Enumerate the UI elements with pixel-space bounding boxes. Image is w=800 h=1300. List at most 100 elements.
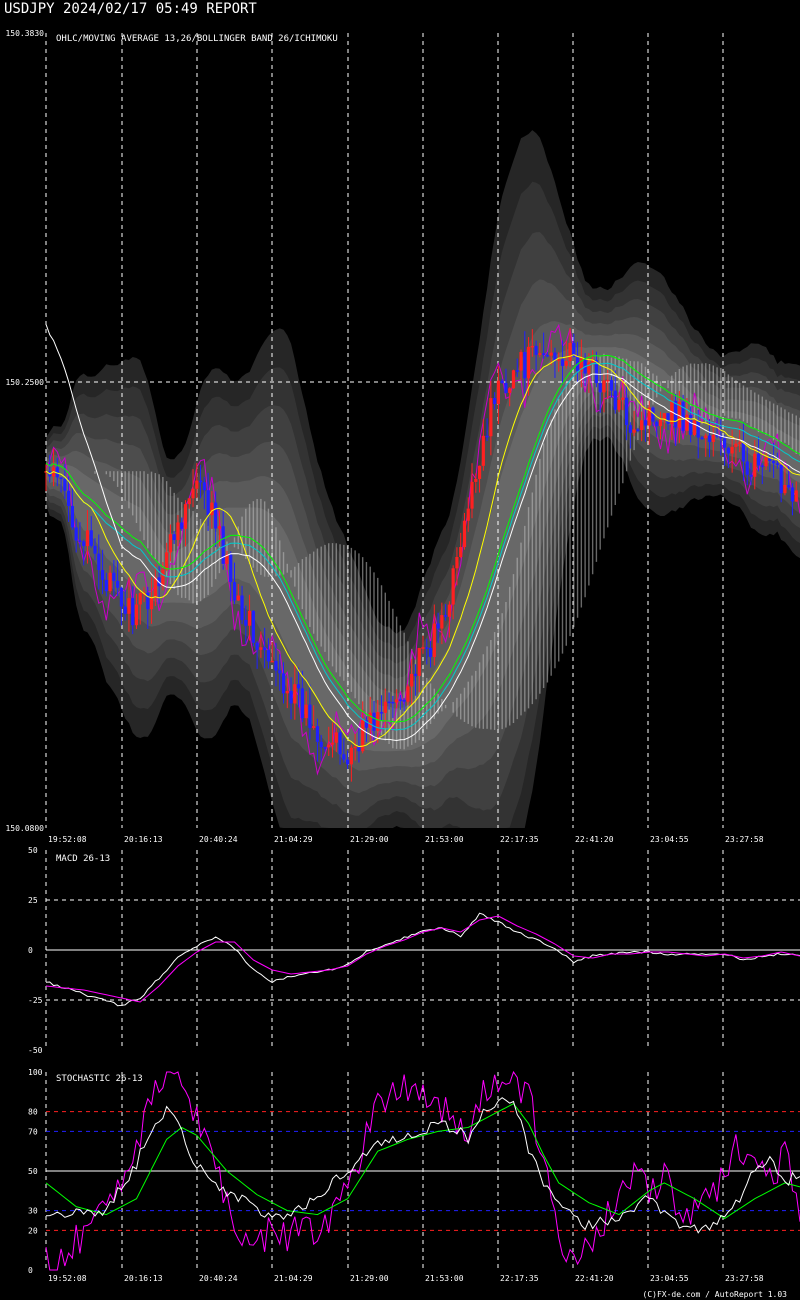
candle-body-9 <box>78 540 82 542</box>
candle-body-39 <box>191 488 195 499</box>
candle-body-108 <box>451 568 455 605</box>
candle-body-95 <box>402 699 406 702</box>
candle-body-77 <box>334 732 338 743</box>
macd-series-0 <box>45 912 800 1007</box>
candle-body-57 <box>259 647 263 650</box>
candle-body-137 <box>560 359 565 366</box>
candle-body-92 <box>391 701 395 704</box>
candle-body-193 <box>772 460 776 464</box>
main-y-label-2: 150.0800 <box>5 824 44 833</box>
candle-body-79 <box>342 754 346 760</box>
candle-body-180 <box>723 438 727 448</box>
candle-body-46 <box>217 526 222 529</box>
candle-body-147 <box>598 383 602 393</box>
candle-body-194 <box>775 463 779 465</box>
candle-body-110 <box>459 547 463 558</box>
candle-body-176 <box>707 435 712 442</box>
candle-body-188 <box>753 453 757 477</box>
candle-body-99 <box>417 647 421 676</box>
candle-body-24 <box>134 604 139 626</box>
candle-body-152 <box>617 399 621 410</box>
candle-body-33 <box>168 534 173 553</box>
candle-body-170 <box>685 414 689 431</box>
candle-body-119 <box>493 398 497 404</box>
candle-body-198 <box>790 487 795 502</box>
candle-body-185 <box>741 442 746 462</box>
stoch-x-tick-label-6: 22:17:35 <box>500 1274 539 1283</box>
candle-body-23 <box>131 598 135 626</box>
candle-body-196 <box>783 484 787 494</box>
candle-body-144 <box>587 362 591 374</box>
candle-body-50 <box>232 582 237 601</box>
candle-body-96 <box>406 686 410 702</box>
candle-body-120 <box>496 380 500 404</box>
candle-body-133 <box>545 354 550 357</box>
macd-y-label-3: -25 <box>28 996 43 1005</box>
candle-body-54 <box>247 610 252 626</box>
candle-body-113 <box>470 481 474 509</box>
main-x-tick-label-6: 22:17:35 <box>500 835 539 844</box>
stoch-y-label-2: 70 <box>28 1127 38 1136</box>
stochastic-panel: 100 80 70 50 30 20 0 STOCHASTIC 26-13 19:52:08 20… <box>28 1068 800 1283</box>
candle-body-69 <box>304 704 308 719</box>
candle-body-112 <box>466 508 470 521</box>
macd-panel: 50 25 0 -25 -50 MACD 26-13 <box>28 846 800 1055</box>
candle-body-128 <box>526 346 531 379</box>
candle-body-52 <box>240 595 244 620</box>
candle-body-121 <box>500 380 504 384</box>
main-x-tick-label-2: 20:40:24 <box>199 835 238 844</box>
candle-body-183 <box>734 443 738 447</box>
candle-body-197 <box>787 484 791 488</box>
candle-body-169 <box>681 401 685 431</box>
stoch-y-label-0: 100 <box>28 1068 43 1077</box>
candle-body-12 <box>89 530 93 546</box>
candle-body-163 <box>658 419 663 427</box>
candle-body-171 <box>689 414 693 435</box>
chart-canvas: 150.3830 150.2500 150.0800 OHLC/MOVING AVER… <box>5 29 800 1299</box>
candle-body-148 <box>602 380 606 393</box>
candle-body-104 <box>436 623 440 629</box>
candle-body-51 <box>236 595 240 601</box>
candle-body-14 <box>97 553 101 570</box>
candle-body-134 <box>549 352 553 356</box>
candle-body-76 <box>330 742 335 745</box>
candle-body-40 <box>195 480 199 489</box>
candle-body-122 <box>504 383 508 393</box>
candle-body-184 <box>738 442 742 444</box>
candle-body-78 <box>338 732 342 755</box>
candle-body-116 <box>481 435 485 466</box>
main-x-tick-label-3: 21:04:29 <box>274 835 313 844</box>
main-x-tick-label-0: 19:52:08 <box>48 835 87 844</box>
main-x-tick-label-9: 23:27:58 <box>725 835 764 844</box>
candle-body-49 <box>229 554 233 583</box>
candle-body-87 <box>372 712 376 731</box>
candle-body-129 <box>530 345 534 348</box>
candle-body-186 <box>745 461 749 475</box>
candle-body-102 <box>428 647 433 657</box>
macd-title: MACD 26-13 <box>56 854 110 864</box>
candle-body-36 <box>180 522 184 529</box>
candle-body-172 <box>692 420 697 435</box>
candle-body-65 <box>289 690 293 704</box>
candle-body-98 <box>413 673 418 676</box>
candle-body-105 <box>440 615 444 629</box>
candle-body-75 <box>327 744 331 748</box>
candle-body-189 <box>756 453 761 466</box>
candle-body-29 <box>153 577 157 597</box>
candle-body-93 <box>395 699 399 703</box>
candle-body-109 <box>455 557 459 569</box>
candle-body-158 <box>640 420 644 431</box>
candle-body-150 <box>609 380 614 391</box>
candle-body-7 <box>70 505 74 528</box>
candle-body-55 <box>251 610 255 643</box>
candle-body-5 <box>63 478 67 491</box>
candle-body-187 <box>749 474 753 477</box>
macd-y-label-4: -50 <box>28 1046 43 1055</box>
candle-body-45 <box>214 502 218 529</box>
candle-body-63 <box>281 673 286 694</box>
candle-body-15 <box>100 569 105 580</box>
candle-body-10 <box>82 541 86 547</box>
candle-body-151 <box>613 390 617 410</box>
candle-body-64 <box>285 690 289 694</box>
candle-body-97 <box>410 673 414 687</box>
